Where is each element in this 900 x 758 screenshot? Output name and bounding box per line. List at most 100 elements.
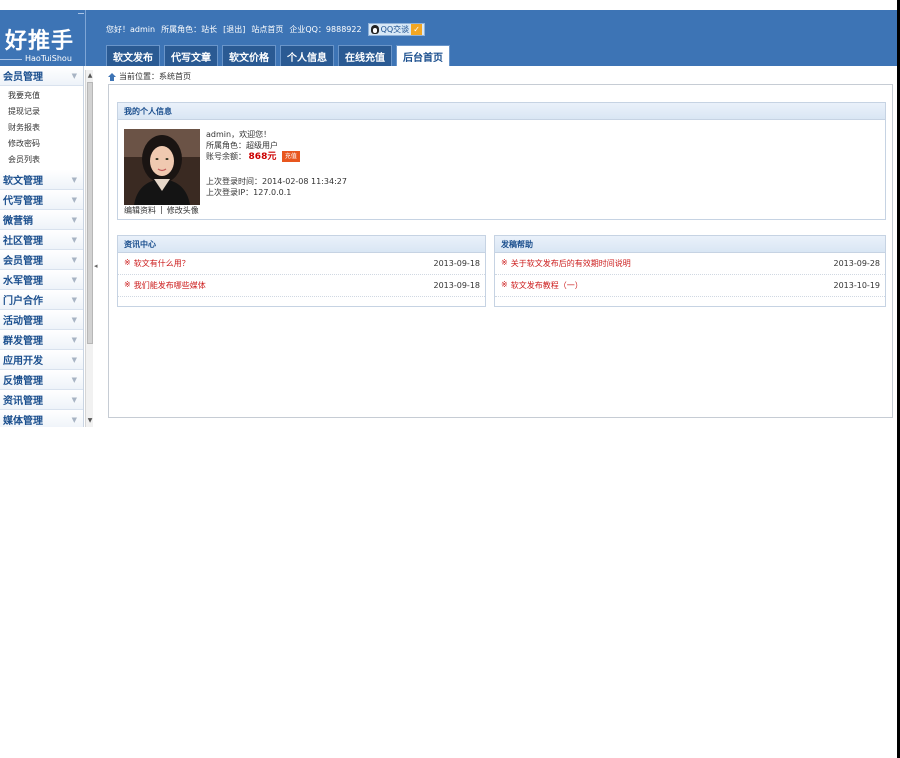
sidebar-group-navy[interactable]: 水军管理 ▼ (0, 270, 83, 290)
sidebar-group-media[interactable]: 媒体管理 ▼ (0, 410, 83, 427)
sidebar-group-softarticle[interactable]: 软文管理 ▼ (0, 170, 83, 190)
help-title[interactable]: 软文发布教程（一） (511, 280, 583, 291)
profile-links: 编辑资料 | 修改头像 (124, 205, 199, 216)
logo[interactable]: 好推手 HaoTuiShou (0, 10, 86, 66)
logout-link[interactable]: [退出] (223, 24, 245, 35)
sidebar-item-finance[interactable]: 财务报表 (8, 120, 83, 136)
help-date: 2013-09-28 (833, 259, 881, 268)
home-icon (108, 72, 116, 81)
breadcrumb: 当前位置：系统首页 (108, 71, 191, 82)
chevron-down-icon: ▼ (71, 255, 77, 264)
list-item: ※ 软文发布教程（一） 2013-10-19 (495, 275, 885, 297)
user-bar: 您好！admin 所属角色：站长 [退出] 站点首页 企业QQ：9888922 … (106, 22, 426, 36)
news-date: 2013-09-18 (433, 281, 481, 290)
chevron-down-icon: ▼ (71, 355, 77, 364)
balance-amount: 868元 (248, 152, 277, 162)
sidebar-group-micromarketing[interactable]: 微营销 ▼ (0, 210, 83, 230)
scroll-down-icon[interactable]: ▼ (86, 417, 94, 425)
sidebar-item-withdraw[interactable]: 提现记录 (8, 104, 83, 120)
sidebar-group-label: 会员管理 (3, 256, 43, 267)
nav-tabs: 软文发布 代写文章 软文价格 个人信息 在线充值 后台首页 (106, 45, 450, 66)
profile-info: admin，欢迎您！ 所属角色：超级用户 账号余额： 868元 充值 上次登录时… (206, 129, 347, 198)
logo-corner-line (78, 13, 84, 14)
sidebar-group-label: 软文管理 (3, 176, 43, 187)
chevron-down-icon: ▼ (71, 395, 77, 404)
sidebar-group-feedback[interactable]: 反馈管理 ▼ (0, 370, 83, 390)
sidebar-group-portal[interactable]: 门户合作 ▼ (0, 290, 83, 310)
news-panel: 资讯中心 ※ 软文有什么用？ 2013-09-18 ※ 我们能发布哪些媒体 2013… (117, 235, 486, 307)
recharge-badge[interactable]: 充值 (281, 151, 300, 162)
news-title[interactable]: 软文有什么用？ (134, 258, 190, 269)
top-strip (0, 0, 900, 10)
tab-ghostwrite[interactable]: 代写文章 (164, 45, 218, 66)
edit-avatar-link[interactable]: 修改头像 (167, 205, 199, 216)
sidebar-group-label: 资讯管理 (3, 396, 43, 407)
sidebar-group-label: 微营销 (3, 216, 33, 227)
tab-dashboard[interactable]: 后台首页 (396, 45, 450, 66)
sidebar-group-label: 社区管理 (3, 236, 43, 247)
avatar (124, 129, 200, 205)
sidebar-group-label: 反馈管理 (3, 376, 43, 387)
help-link[interactable]: ※ 关于软文发布后的有效期时间说明 (501, 258, 631, 269)
help-title[interactable]: 关于软文发布后的有效期时间说明 (511, 258, 631, 269)
sidebar-group-appdev[interactable]: 应用开发 ▼ (0, 350, 83, 370)
balance-label: 账号余额： (206, 152, 246, 161)
sidebar-group-label: 水军管理 (3, 276, 43, 287)
chevron-down-icon: ▼ (71, 275, 77, 284)
chevron-down-icon: ▼ (71, 195, 77, 204)
qq-chat-label: QQ交谈 (380, 24, 410, 34)
list-item: ※ 我们能发布哪些媒体 2013-09-18 (118, 275, 485, 297)
sidebar-item-recharge[interactable]: 我要充值 (8, 88, 83, 104)
scroll-thumb[interactable] (87, 82, 93, 344)
site-home-link[interactable]: 站点首页 (251, 24, 283, 35)
list-item: ※ 软文有什么用？ 2013-09-18 (118, 253, 485, 275)
logo-underline (0, 59, 22, 60)
main-content: 我的个人信息 admin，欢迎您！ 所属角色：超级用户 账号余额： 868元 充… (108, 84, 893, 418)
tab-price[interactable]: 软文价格 (222, 45, 276, 66)
sidebar-group-news[interactable]: 资讯管理 ▼ (0, 390, 83, 410)
header: 好推手 HaoTuiShou 您好！admin 所属角色：站长 [退出] 站点首… (0, 10, 900, 66)
logo-subtext: HaoTuiShou (25, 54, 72, 63)
sidebar-group-bulk[interactable]: 群发管理 ▼ (0, 330, 83, 350)
sidebar-group-community[interactable]: 社区管理 ▼ (0, 230, 83, 250)
sidebar-group-member[interactable]: 会员管理 ▼ (0, 66, 83, 86)
news-link[interactable]: ※ 软文有什么用？ (124, 258, 190, 269)
link-separator: | (160, 205, 163, 214)
sidebar-group-activity[interactable]: 活动管理 ▼ (0, 310, 83, 330)
sidebar-group-ghostwrite[interactable]: 代写管理 ▼ (0, 190, 83, 210)
help-panel: 发稿帮助 ※ 关于软文发布后的有效期时间说明 2013-09-28 ※ 软文发布教程… (494, 235, 886, 307)
sidebar-group-member-2[interactable]: 会员管理 ▼ (0, 250, 83, 270)
qq-chat-button[interactable]: QQ交谈 ✓ (367, 22, 426, 36)
edit-profile-link[interactable]: 编辑资料 (124, 205, 156, 216)
bullet: ※ (501, 258, 508, 267)
tab-softarticle-publish[interactable]: 软文发布 (106, 45, 160, 66)
page: 好推手 HaoTuiShou 您好！admin 所属角色：站长 [退出] 站点首… (0, 0, 900, 758)
chevron-down-icon: ▼ (71, 335, 77, 344)
help-panel-title: 发稿帮助 (495, 236, 885, 253)
user-role-text: 所属角色：超级用户 (206, 141, 278, 150)
sidebar-submenu: 我要充值 提现记录 财务报表 修改密码 会员列表 (0, 86, 83, 170)
sidebar-group-label: 媒体管理 (3, 416, 43, 427)
sidebar-group-label: 门户合作 (3, 296, 43, 307)
tab-profile[interactable]: 个人信息 (280, 45, 334, 66)
news-title[interactable]: 我们能发布哪些媒体 (134, 280, 206, 291)
sidebar-item-members[interactable]: 会员列表 (8, 152, 83, 168)
profile-panel-title: 我的个人信息 (118, 103, 885, 120)
greeting: 您好！admin (106, 24, 156, 34)
news-link[interactable]: ※ 我们能发布哪些媒体 (124, 280, 206, 291)
profile-panel: 我的个人信息 admin，欢迎您！ 所属角色：超级用户 账号余额： 868元 充… (117, 102, 886, 220)
scroll-up-icon[interactable]: ▲ (86, 72, 94, 80)
tab-recharge[interactable]: 在线充值 (338, 45, 392, 66)
help-link[interactable]: ※ 软文发布教程（一） (501, 280, 583, 291)
chevron-down-icon: ▼ (71, 71, 77, 80)
sidebar-group-label: 应用开发 (3, 356, 43, 367)
collapse-sidebar-icon[interactable]: ◂ (94, 262, 98, 270)
welcome-text: admin，欢迎您！ (206, 130, 272, 139)
chevron-down-icon: ▼ (71, 375, 77, 384)
sidebar-group-label: 代写管理 (3, 196, 43, 207)
sidebar-group-label: 群发管理 (3, 336, 43, 347)
news-panel-title: 资讯中心 (118, 236, 485, 253)
sidebar-item-password[interactable]: 修改密码 (8, 136, 83, 152)
sidebar-scrollbar[interactable]: ▲ ▼ (85, 70, 93, 427)
